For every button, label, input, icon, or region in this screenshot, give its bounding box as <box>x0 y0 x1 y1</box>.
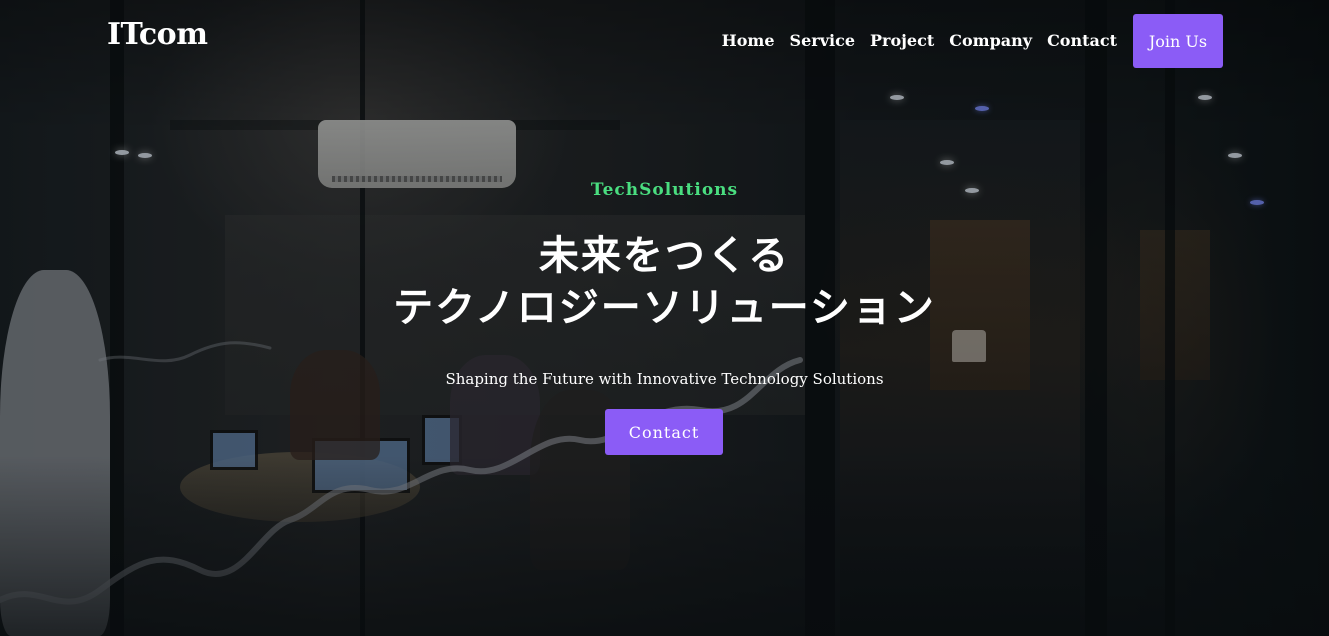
hero-headline-line-1: 未来をつくる <box>538 232 791 279</box>
hero-eyebrow: TechSolutions <box>590 180 739 200</box>
hero-section: TechSolutions 未来をつくる テクノロジーソリューション Shapi… <box>0 0 1329 636</box>
hero-headline-line-2: テクノロジーソリューション <box>393 284 936 331</box>
hero-contact-button[interactable]: Contact <box>605 409 723 455</box>
hero-subtitle: Shaping the Future with Innovative Techn… <box>445 370 884 388</box>
hero-headline: 未来をつくる テクノロジーソリューション <box>0 230 1329 334</box>
